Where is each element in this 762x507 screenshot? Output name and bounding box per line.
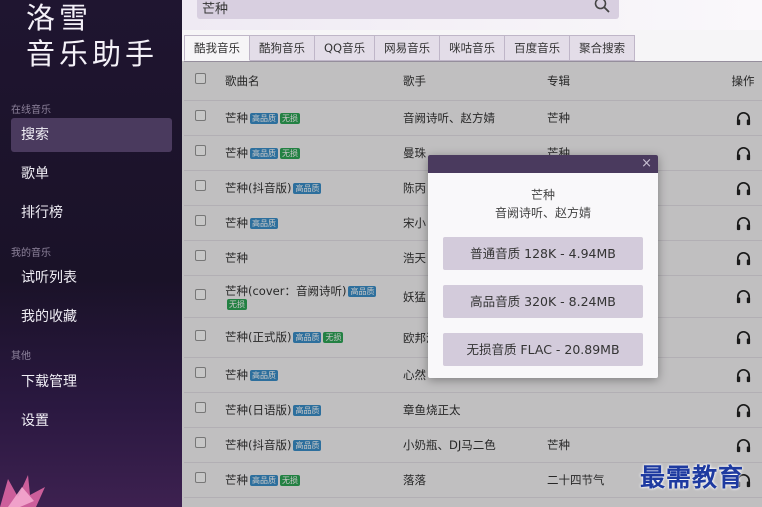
tab-0[interactable]: 酷我音乐: [184, 35, 250, 61]
sidebar-item-play-list[interactable]: 试听列表: [11, 261, 172, 295]
tab-5[interactable]: 百度音乐: [505, 35, 571, 61]
sidebar-item-search[interactable]: 搜索: [11, 118, 172, 152]
search-icon[interactable]: [593, 0, 611, 14]
quality-320k-button[interactable]: 高品音质 320K - 8.24MB: [443, 285, 643, 318]
tab-2[interactable]: QQ音乐: [315, 35, 376, 61]
sidebar-item-downloads[interactable]: 下载管理: [11, 365, 172, 399]
watermark: 最需教育: [640, 463, 745, 492]
app-logo: 洛雪 音乐助手: [26, 0, 158, 72]
search-input[interactable]: 芒种: [202, 0, 228, 17]
top-bar: 芒种: [182, 0, 762, 30]
section-title-my-music: 我的音乐: [11, 248, 51, 259]
logo-line-2: 音乐助手: [26, 37, 159, 71]
quality-flac-button[interactable]: 无损音质 FLAC - 20.89MB: [443, 333, 643, 366]
tab-4[interactable]: 咪咕音乐: [440, 35, 506, 61]
flower-decoration: [0, 475, 45, 507]
source-tabs: 酷我音乐 酷狗音乐 QQ音乐 网易音乐 咪咕音乐 百度音乐 聚合搜索: [184, 35, 636, 61]
logo-line-1: 洛雪: [26, 1, 93, 35]
sidebar-item-playlists[interactable]: 歌单: [11, 157, 172, 191]
section-title-other: 其他: [11, 351, 31, 362]
main-panel: 芒种 酷我音乐 酷狗音乐 QQ音乐 网易音乐 咪咕音乐 百度音乐 聚合搜索 歌曲名 歌手 专…: [182, 0, 762, 507]
tab-3[interactable]: 网易音乐: [375, 35, 441, 61]
sidebar-item-charts[interactable]: 排行榜: [11, 196, 172, 230]
quality-128k-button[interactable]: 普通音质 128K - 4.94MB: [443, 237, 643, 270]
dialog-subtitle: 音阙诗听、赵方婧: [494, 206, 591, 220]
close-icon[interactable]: ×: [641, 156, 652, 171]
sidebar-item-favorites[interactable]: 我的收藏: [11, 300, 172, 334]
section-title-online: 在线音乐: [11, 105, 51, 116]
dialog-title: 芒种: [530, 188, 555, 202]
quality-dialog: × 芒种 音阙诗听、赵方婧 普通音质 128K - 4.94MB 高品音质 32…: [428, 155, 658, 378]
dialog-header: ×: [428, 155, 658, 173]
sidebar-item-settings[interactable]: 设置: [11, 404, 172, 438]
sidebar: 洛雪 音乐助手 在线音乐 搜索 歌单 排行榜 我的音乐 试听列表 我的收藏 其他…: [0, 0, 182, 507]
search-box[interactable]: 芒种: [197, 0, 619, 19]
tab-6[interactable]: 聚合搜索: [570, 35, 636, 61]
tab-1[interactable]: 酷狗音乐: [250, 35, 315, 61]
